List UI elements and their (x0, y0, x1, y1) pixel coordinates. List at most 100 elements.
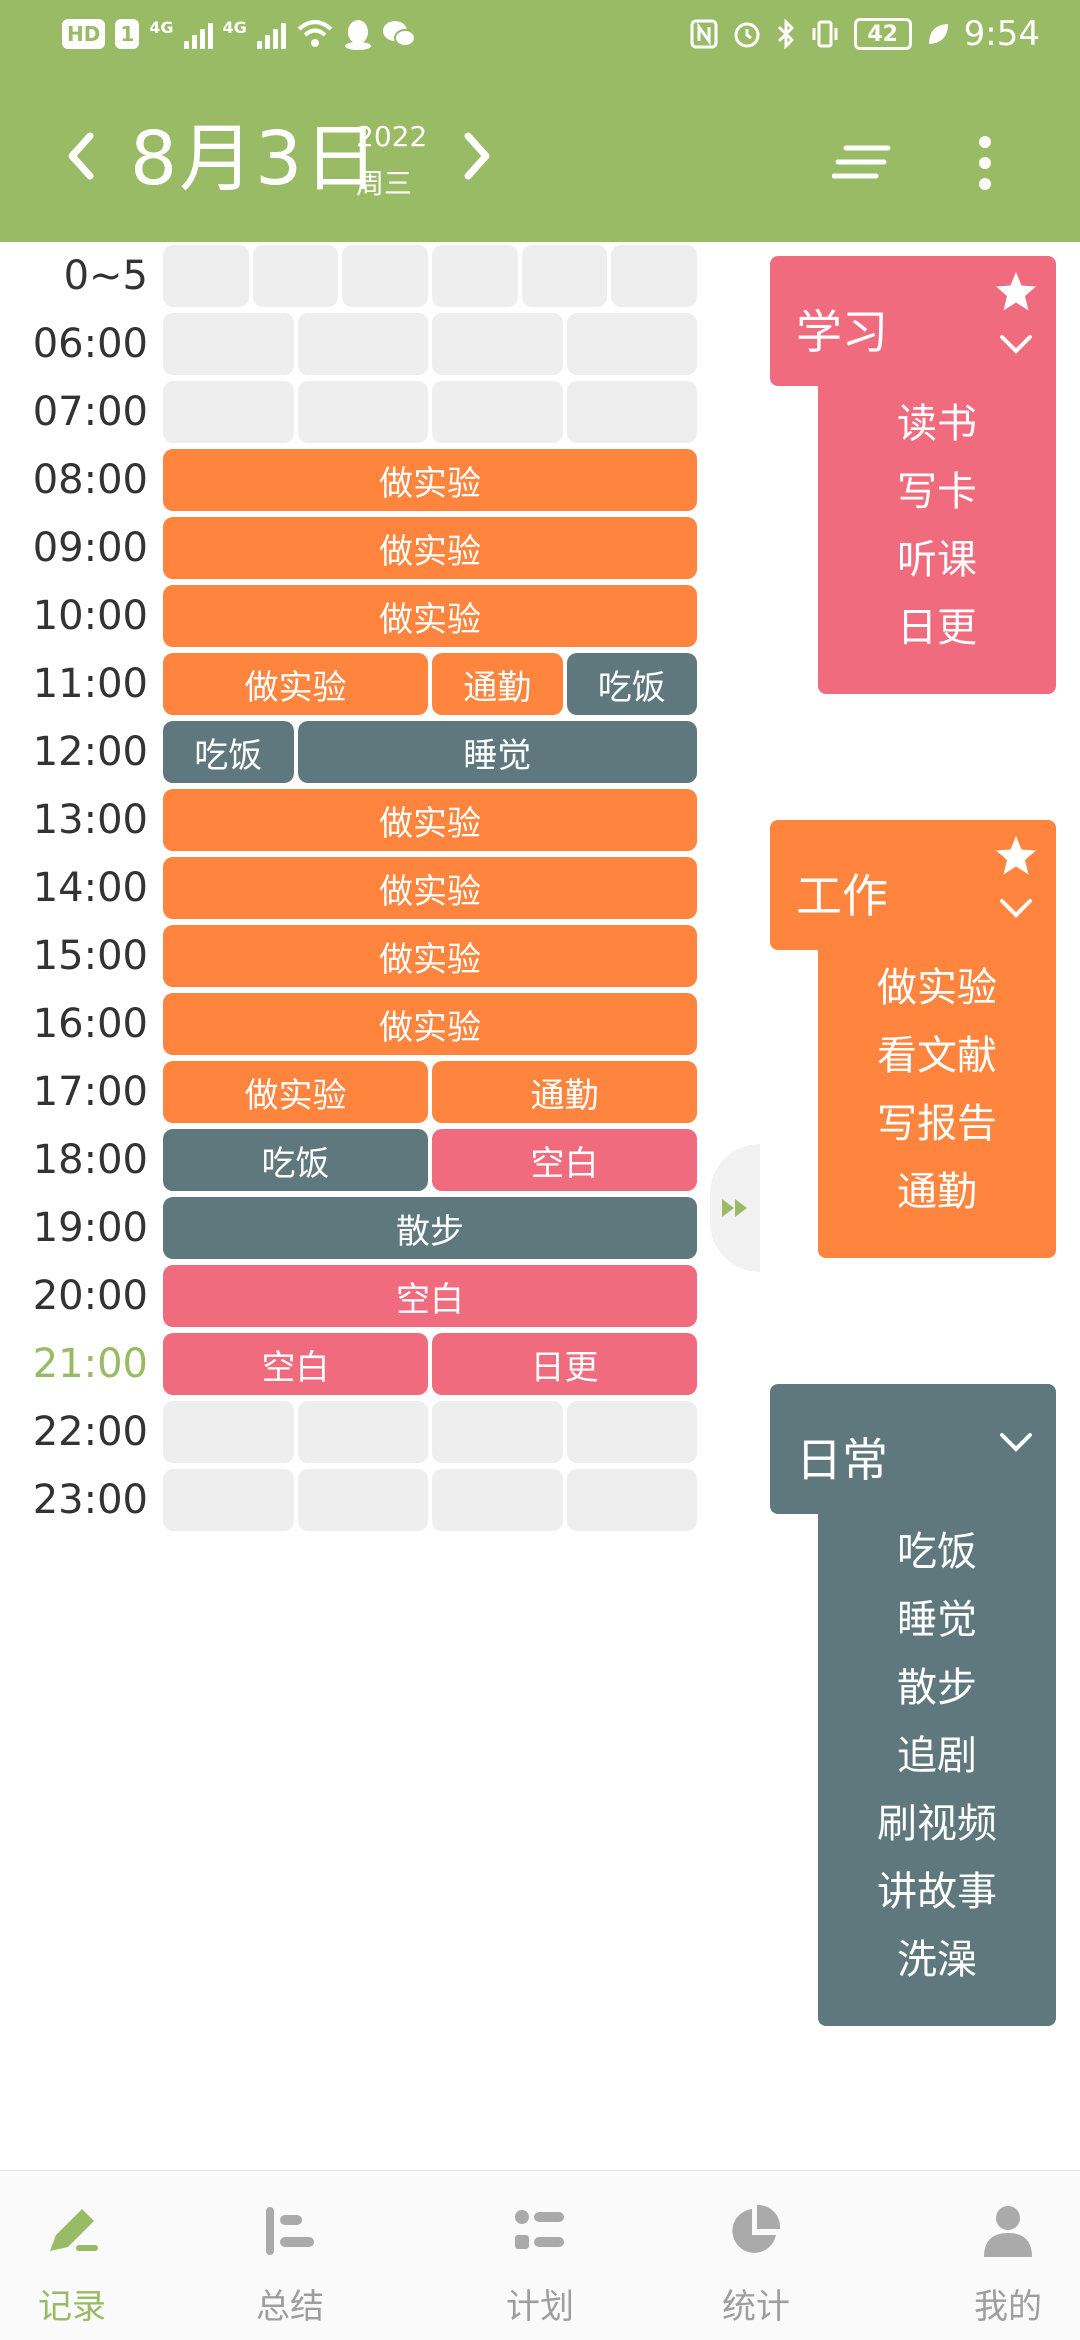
time-label: 14:00 (32, 865, 148, 911)
pencil-icon (50, 2209, 98, 2251)
category-item[interactable]: 读书 (818, 396, 1056, 452)
activity-block[interactable]: 做实验 (163, 585, 697, 647)
category-name: 日常 (796, 1433, 888, 1487)
menu-lines-icon[interactable] (832, 140, 892, 184)
nav-record[interactable]: 记录 (0, 2171, 180, 2340)
empty-time-cell[interactable] (432, 1469, 563, 1531)
activity-block[interactable]: 做实验 (163, 517, 697, 579)
empty-time-cell[interactable] (432, 245, 518, 307)
signal-icon (256, 19, 286, 49)
category-item[interactable]: 散步 (818, 1660, 1056, 1716)
category-header-daily[interactable]: 日常 (770, 1384, 1056, 1514)
category-item[interactable]: 日更 (818, 600, 1056, 656)
category-item[interactable]: 看文献 (818, 1028, 1056, 1084)
empty-time-cell[interactable] (297, 1401, 428, 1463)
category-header-study[interactable]: 学习 (770, 256, 1056, 386)
empty-time-cell[interactable] (432, 381, 563, 443)
time-label: 20:00 (32, 1273, 148, 1319)
time-label: 0~5 (63, 253, 148, 299)
activity-block[interactable]: 通勤 (432, 1061, 697, 1123)
activity-block[interactable]: 做实验 (163, 993, 697, 1055)
activity-block[interactable]: 空白 (163, 1333, 428, 1395)
plan-list-icon (515, 2210, 564, 2249)
activity-block[interactable]: 做实验 (163, 449, 697, 511)
activity-block[interactable]: 日更 (432, 1333, 697, 1395)
empty-time-cell[interactable] (163, 1469, 294, 1531)
time-label: 08:00 (32, 457, 148, 503)
empty-time-cell[interactable] (566, 1469, 697, 1531)
empty-time-cell[interactable] (566, 381, 697, 443)
activity-block[interactable]: 做实验 (163, 789, 697, 851)
empty-time-cell[interactable] (342, 245, 428, 307)
empty-time-cell[interactable] (432, 1401, 563, 1463)
status-bar: HD 1 4G 4G 42 9:54 (0, 0, 1080, 78)
timeline-grid: 0~5 06:00 07:00 08:00 做实验 09:00 做实验 10:00 做实验 11:… (0, 242, 720, 2170)
current-date[interactable]: 8月3日 (130, 116, 380, 202)
empty-time-cell[interactable] (252, 245, 339, 307)
empty-time-cell[interactable] (163, 313, 294, 375)
status-left: HD 1 4G 4G (62, 18, 416, 50)
empty-time-cell[interactable] (566, 313, 697, 375)
empty-time-cell[interactable] (297, 313, 428, 375)
activity-block[interactable]: 做实验 (163, 857, 697, 919)
activity-block[interactable]: 空白 (163, 1265, 697, 1327)
category-item[interactable]: 通勤 (818, 1164, 1056, 1220)
signal-icon (183, 19, 213, 49)
chevron-down-icon[interactable] (998, 332, 1034, 356)
category-item[interactable]: 讲故事 (818, 1864, 1056, 1920)
category-item[interactable]: 追剧 (818, 1728, 1056, 1784)
nav-label: 计划 (506, 2287, 574, 2327)
category-header-work[interactable]: 工作 (770, 820, 1056, 950)
chevron-right-icon[interactable] (446, 124, 502, 188)
wifi-icon (297, 20, 333, 47)
category-item[interactable]: 吃饭 (818, 1524, 1056, 1580)
activity-block[interactable]: 吃饭 (566, 653, 697, 715)
nav-summary[interactable]: 总结 (182, 2171, 398, 2340)
nav-label: 我的 (974, 2287, 1042, 2327)
more-vertical-icon[interactable] (968, 130, 1002, 196)
empty-time-cell[interactable] (297, 381, 428, 443)
activity-block[interactable]: 吃饭 (163, 1129, 428, 1191)
empty-time-cell[interactable] (297, 1469, 428, 1531)
empty-time-cell[interactable] (163, 381, 294, 443)
chevron-left-icon[interactable] (56, 124, 112, 188)
category-name: 学习 (796, 305, 888, 359)
app-root: HD 1 4G 4G 42 9:54 8月3日 2022 周三 0~5 06:0… (0, 0, 1080, 2340)
activity-block[interactable]: 空白 (432, 1129, 697, 1191)
category-item[interactable]: 洗澡 (818, 1932, 1056, 1988)
nav-mine[interactable]: 我的 (900, 2171, 1080, 2340)
category-item[interactable]: 听课 (818, 532, 1056, 588)
leaf-icon (928, 24, 948, 44)
empty-time-cell[interactable] (566, 1401, 697, 1463)
chevron-down-icon[interactable] (998, 1430, 1034, 1454)
nav-label: 统计 (722, 2287, 790, 2327)
star-icon[interactable] (994, 834, 1038, 878)
nfc-icon (690, 19, 718, 49)
activity-block[interactable]: 吃饭 (163, 721, 294, 783)
activity-block[interactable]: 做实验 (163, 653, 428, 715)
time-label: 17:00 (32, 1069, 148, 1115)
category-item[interactable]: 做实验 (818, 960, 1056, 1016)
empty-time-cell[interactable] (163, 1401, 294, 1463)
category-items-work: 做实验看文献写报告通勤 (818, 950, 1056, 1258)
category-item[interactable]: 写卡 (818, 464, 1056, 520)
empty-time-cell[interactable] (611, 245, 697, 307)
activity-block[interactable]: 做实验 (163, 925, 697, 987)
star-icon[interactable] (994, 270, 1038, 314)
chevron-down-icon[interactable] (998, 896, 1034, 920)
empty-time-cell[interactable] (163, 245, 249, 307)
category-items-daily: 吃饭睡觉散步追剧刷视频讲故事洗澡 (818, 1514, 1056, 2026)
category-item[interactable]: 睡觉 (818, 1592, 1056, 1648)
activity-block[interactable]: 通勤 (432, 653, 563, 715)
category-item[interactable]: 刷视频 (818, 1796, 1056, 1852)
activity-block[interactable]: 睡觉 (297, 721, 697, 783)
empty-time-cell[interactable] (521, 245, 608, 307)
activity-block[interactable]: 散步 (163, 1197, 697, 1259)
empty-time-cell[interactable] (432, 313, 563, 375)
nav-stats[interactable]: 统计 (648, 2171, 864, 2340)
nav-plan[interactable]: 计划 (432, 2171, 648, 2340)
clock-time: 9:54 (963, 14, 1040, 54)
activity-block[interactable]: 做实验 (163, 1061, 428, 1123)
category-item[interactable]: 写报告 (818, 1096, 1056, 1152)
time-label: 21:00 (32, 1341, 148, 1387)
